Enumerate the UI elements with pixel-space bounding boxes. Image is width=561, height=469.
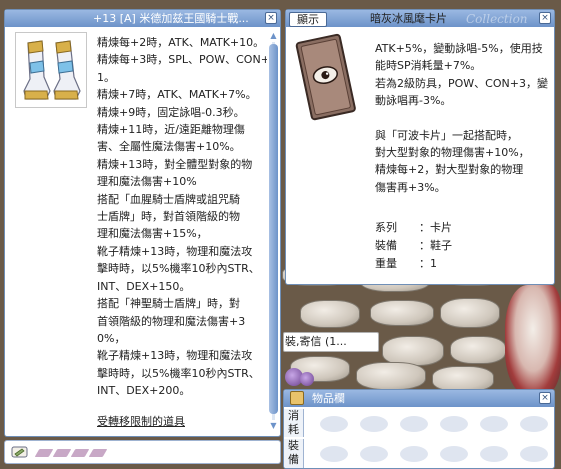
- property-row: 裝備 ：鞋子: [375, 237, 452, 255]
- chat-slot[interactable]: [52, 449, 72, 457]
- tab-label: 裝備: [288, 439, 299, 466]
- item-image: [15, 32, 87, 108]
- combo-line: 傷害再+3%。: [375, 180, 446, 194]
- card-properties: 系列 ：卡片 裝備 ：鞋子 重量 ：1: [375, 219, 452, 273]
- property-value: 卡片: [430, 221, 452, 234]
- item-description: 精煉每+2時，ATK、MATK+10。 精煉每+3時，SPL、POW、CON+ …: [97, 34, 267, 430]
- description-line: INT、DEX+150。: [97, 279, 191, 293]
- scrollbar[interactable]: ▲ ▼: [269, 32, 278, 430]
- description-line: INT、DEX+200。: [97, 384, 191, 398]
- description-line: 搭配「血腥騎士盾牌或詛咒騎: [97, 192, 240, 206]
- scroll-down-icon[interactable]: ▼: [269, 422, 278, 430]
- collection-watermark: Collection: [466, 12, 528, 26]
- card-description: ATK+5%，變動詠唱-5%，使用技 能時SP消耗量+7%。 若為2級防具，PO…: [375, 40, 553, 196]
- chat-input-bar[interactable]: [4, 440, 281, 464]
- property-separator: ：: [419, 239, 430, 252]
- item-window-title: +13 [A] 米德加兹王國騎士戰...: [93, 12, 249, 25]
- chat-slot[interactable]: [88, 449, 108, 457]
- inventory-slot[interactable]: [520, 446, 548, 462]
- inventory-slot[interactable]: [440, 446, 468, 462]
- tab-label: 消耗: [288, 409, 299, 436]
- stone-tile: [356, 362, 426, 390]
- inventory-slot[interactable]: [480, 416, 508, 432]
- property-key: 裝備: [375, 239, 397, 252]
- stone-tile: [370, 300, 434, 326]
- description-line: 精煉+7時，ATK、MATK+7%。: [97, 88, 257, 102]
- card-image: [292, 30, 360, 125]
- property-value: 1: [430, 257, 437, 270]
- description-line: 能時SP消耗量+7%。: [375, 59, 482, 73]
- chat-icon[interactable]: [11, 445, 29, 459]
- card-art-icon: [295, 33, 356, 121]
- message-notification[interactable]: 裝,寄信 (1...: [283, 332, 379, 352]
- property-key: 重量: [375, 257, 397, 270]
- property-separator: ：: [419, 257, 430, 270]
- description-line: 1。: [97, 70, 115, 84]
- inventory-slot[interactable]: [400, 446, 428, 462]
- card-window-title: 暗灰冰風麾卡片: [370, 12, 447, 25]
- description-line: 擊時時，以5%機率10秒內STR、: [97, 366, 260, 380]
- description-line: 靴子精煉+13時，物理和魔法攻: [97, 349, 253, 363]
- inventory-slot[interactable]: [320, 416, 348, 432]
- description-line: 首領階級的物理和魔法傷害+3: [97, 314, 246, 328]
- description-line: 靴子精煉+13時，物理和魔法攻: [97, 244, 253, 258]
- description-line: 搭配「神聖騎士盾牌」時，對: [97, 297, 240, 311]
- close-icon[interactable]: ×: [539, 12, 551, 24]
- description-line: 害、全屬性魔法傷害+10%。: [97, 140, 241, 154]
- inventory-title: 物品欄: [312, 392, 345, 405]
- description-line: 0%，: [97, 331, 126, 345]
- property-row: 系列 ：卡片: [375, 219, 452, 237]
- description-line: 精煉+9時，固定詠唱-0.3秒。: [97, 105, 245, 119]
- description-line: 精煉+13時，對全體型對象的物: [97, 157, 253, 171]
- property-separator: ：: [419, 221, 430, 234]
- stone-tile: [450, 336, 506, 364]
- description-line: 精煉每+3時，SPL、POW、CON+: [97, 53, 267, 67]
- close-icon[interactable]: ×: [539, 392, 551, 404]
- description-line: 動詠唱再-3%。: [375, 94, 452, 108]
- description-line: 若為2級防具，POW、CON+3，變: [375, 76, 548, 90]
- monster-sprite[interactable]: [505, 285, 561, 395]
- description-line: 精煉+11時，近/遠距離物理傷: [97, 123, 245, 137]
- bag-icon: [290, 391, 304, 405]
- description-line: 士盾牌」時，對首領階級的物: [97, 210, 240, 224]
- combo-line: 對大型對象的物理傷害+10%，: [375, 146, 530, 160]
- item-description-window[interactable]: +13 [A] 米德加兹王國騎士戰... × 精煉每+2時，ATK、MATK+1…: [4, 9, 281, 437]
- property-row: 重量 ：1: [375, 255, 452, 273]
- close-icon[interactable]: ×: [265, 12, 277, 24]
- inventory-slot[interactable]: [320, 446, 348, 462]
- card-description-window[interactable]: 顯示 暗灰冰風麾卡片 Collection × ATK+5%，變動詠唱-5%，使…: [285, 9, 555, 285]
- property-key: 系列: [375, 221, 397, 234]
- combo-line: 與「可波卡片」一起搭配時，: [375, 128, 518, 142]
- scroll-up-icon[interactable]: ▲: [269, 32, 278, 40]
- inventory-slot[interactable]: [360, 446, 388, 462]
- description-line: 擊時時，以5%機率10秒內STR、: [97, 262, 260, 276]
- property-value: 鞋子: [430, 239, 452, 252]
- chat-slot[interactable]: [34, 449, 54, 457]
- flower-decoration: [300, 372, 314, 386]
- tab-equipment[interactable]: 裝備: [284, 439, 304, 468]
- inventory-slot[interactable]: [440, 416, 468, 432]
- restricted-item-link[interactable]: 受轉移限制的道具: [97, 413, 185, 429]
- description-line: 精煉每+2時，ATK、MATK+10。: [97, 36, 265, 49]
- item-window-titlebar[interactable]: +13 [A] 米德加兹王國騎士戰...: [5, 10, 280, 27]
- stone-tile: [440, 298, 500, 328]
- tab-consumables[interactable]: 消耗: [284, 409, 304, 437]
- scroll-thumb[interactable]: [269, 44, 278, 414]
- description-line: 理和魔法傷害+15%，: [97, 227, 208, 241]
- inventory-window[interactable]: 物品欄 × 消耗 裝備: [283, 389, 555, 469]
- display-button[interactable]: 顯示: [289, 12, 327, 27]
- description-line: 理和魔法傷害+10%: [97, 175, 197, 189]
- inventory-slot[interactable]: [520, 416, 548, 432]
- inventory-slot[interactable]: [480, 446, 508, 462]
- boots-icon: [23, 40, 81, 100]
- stone-tile: [300, 300, 360, 328]
- description-line: ATK+5%，變動詠唱-5%，使用技: [375, 42, 543, 55]
- inventory-slot[interactable]: [400, 416, 428, 432]
- combo-line: 精煉每+2，對大型對象的物理: [375, 163, 524, 177]
- inventory-slot[interactable]: [360, 416, 388, 432]
- chat-slot[interactable]: [70, 449, 90, 457]
